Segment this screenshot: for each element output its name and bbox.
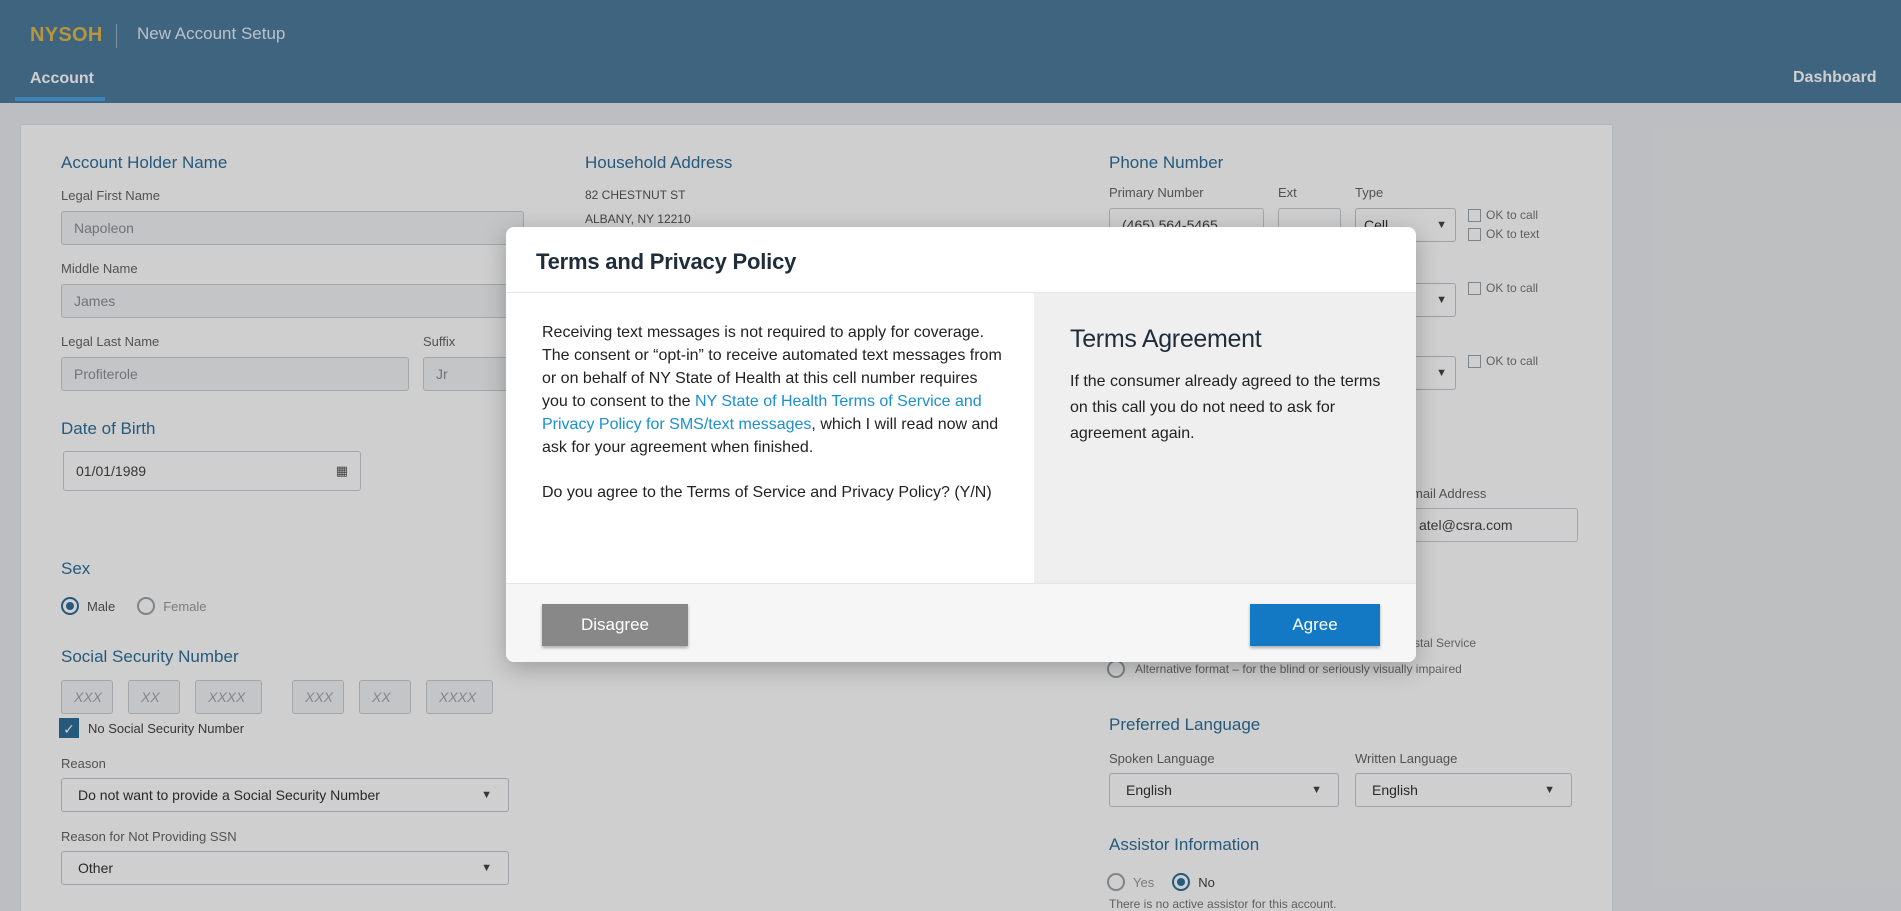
consent-text: Receiving text messages is not required … <box>542 321 1002 459</box>
modal-footer: Disagree Agree <box>506 583 1416 662</box>
terms-agreement-panel: Terms Agreement If the consumer already … <box>1034 293 1416 583</box>
modal-title: Terms and Privacy Policy <box>536 249 797 274</box>
terms-agreement-title: Terms Agreement <box>1070 325 1262 353</box>
terms-agreement-text: If the consumer already agreed to the te… <box>1070 373 1381 442</box>
modal-header: Terms and Privacy Policy <box>506 227 1416 293</box>
agree-button[interactable]: Agree <box>1250 604 1380 646</box>
terms-modal: Terms and Privacy Policy Receiving text … <box>506 227 1416 662</box>
disagree-button[interactable]: Disagree <box>542 604 688 646</box>
modal-main-content: Receiving text messages is not required … <box>506 293 1034 583</box>
agreement-question: Do you agree to the Terms of Service and… <box>542 484 992 501</box>
